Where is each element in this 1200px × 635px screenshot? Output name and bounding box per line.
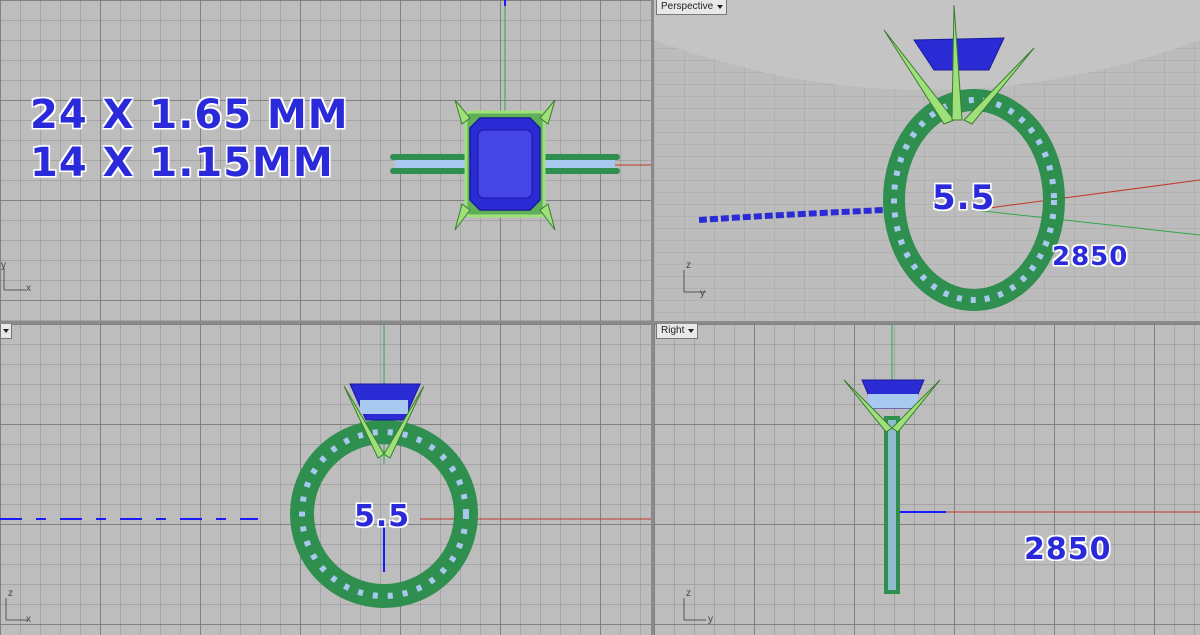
right-viewport-tab[interactable]: Right bbox=[656, 324, 699, 339]
axis-z-label: z bbox=[686, 588, 691, 599]
viewport-layout: 24 X 1.65 MM 14 X 1.15MM x y Perspective… bbox=[0, 0, 1200, 635]
ring-size-label: 5.5 bbox=[354, 499, 411, 534]
front-viewport[interactable]: 5.5 z x bbox=[0, 324, 651, 635]
right-viewport-title: Right bbox=[661, 325, 685, 336]
stone-size-annotation-2: 14 X 1.15MM bbox=[30, 140, 334, 186]
model-code-label: 2850 bbox=[1052, 242, 1129, 272]
chevron-down-icon[interactable] bbox=[688, 329, 695, 333]
axis-z-label: z bbox=[8, 588, 13, 599]
band-left bbox=[390, 154, 470, 174]
front-viewport-scene bbox=[0, 324, 651, 621]
chevron-down-icon[interactable] bbox=[3, 329, 9, 333]
axis-y-label: y bbox=[700, 288, 705, 299]
axis-y-label: y bbox=[1, 260, 6, 271]
perspective-viewport-title: Perspective bbox=[661, 1, 714, 12]
band-right bbox=[540, 154, 620, 174]
model-code-label: 2850 bbox=[1024, 532, 1112, 567]
stone-size-annotation-1: 24 X 1.65 MM bbox=[30, 92, 349, 138]
perspective-viewport-scene bbox=[654, 4, 1200, 321]
chevron-down-icon[interactable] bbox=[717, 5, 724, 9]
front-viewport-tab[interactable] bbox=[0, 324, 12, 339]
ring-size-label: 5.5 bbox=[932, 178, 996, 218]
top-viewport[interactable]: 24 X 1.65 MM 14 X 1.15MM x y bbox=[0, 0, 651, 321]
perspective-viewport[interactable]: Perspective 5.5 2850 z y bbox=[654, 0, 1200, 321]
axis-z-label: z bbox=[686, 260, 691, 271]
perspective-viewport-tab[interactable]: Perspective bbox=[656, 0, 728, 15]
axis-y-label: y bbox=[708, 614, 713, 625]
right-viewport[interactable]: Right 2850 z y bbox=[654, 324, 1200, 635]
right-viewport-scene bbox=[683, 324, 1200, 621]
axis-x-label: x bbox=[26, 283, 31, 294]
axis-x-label: x bbox=[26, 614, 31, 625]
